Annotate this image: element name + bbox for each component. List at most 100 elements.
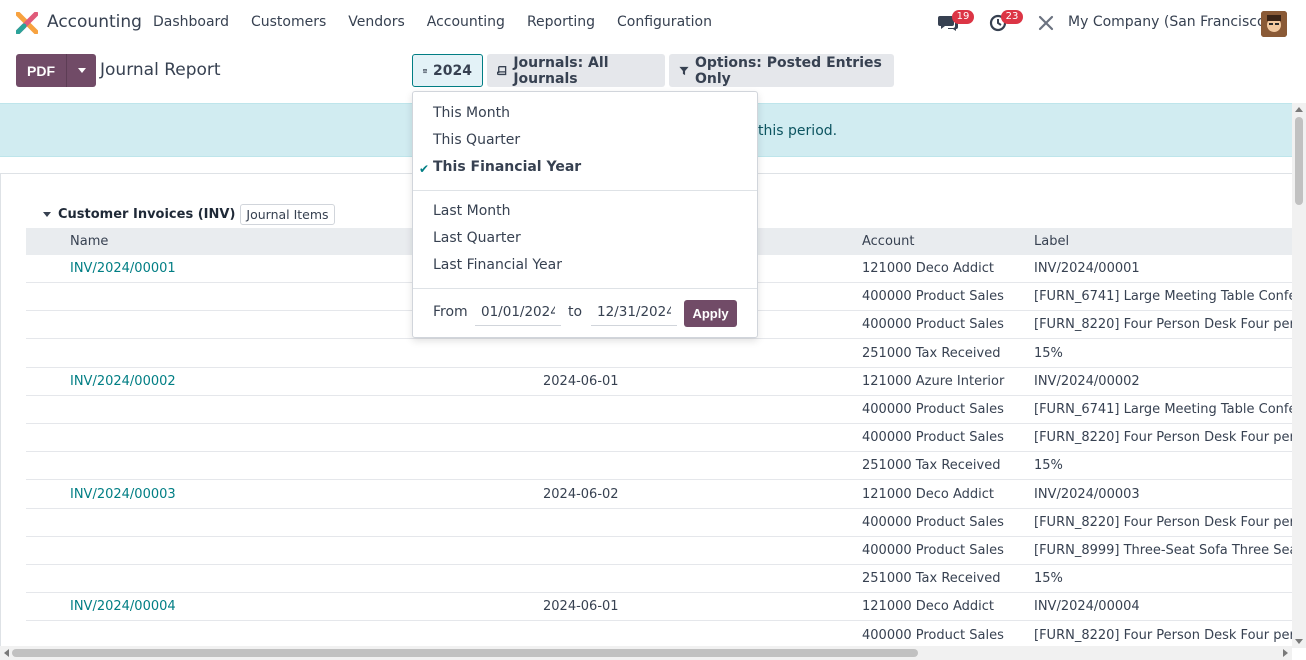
checkmark-icon: ✔ (419, 162, 430, 176)
entry-label: [FURN_8220] Four Person Desk Four person (1034, 430, 1292, 446)
from-label: From (433, 304, 468, 320)
entry-name-link[interactable]: INV/2024/00004 (70, 599, 176, 614)
entry-name-link[interactable]: INV/2024/00002 (70, 374, 176, 389)
entry-account: 251000 Tax Received (862, 345, 1001, 361)
caret-down-icon (77, 68, 86, 73)
export-options-toggle[interactable] (66, 54, 96, 87)
pdf-button[interactable]: PDF (16, 54, 66, 87)
options-filter-button[interactable]: Options: Posted Entries Only (669, 54, 894, 87)
activity-count-badge: 23 (1001, 10, 1023, 24)
entry-label: [FURN_8220] Four Person Desk Four person (1034, 627, 1292, 643)
entry-account: 121000 Azure Interior (862, 373, 1005, 389)
accounting-logo-icon[interactable] (16, 12, 38, 34)
vertical-scroll-thumb[interactable] (1295, 117, 1303, 205)
menu-item-dashboard[interactable]: Dashboard (153, 14, 229, 30)
entry-account: 251000 Tax Received (862, 458, 1001, 474)
entry-account: 400000 Product Sales (862, 514, 1004, 530)
table-row[interactable]: INV/2024/00004 2024-06-01 121000 Deco Addi… (26, 593, 1292, 622)
date-from-input[interactable] (475, 298, 561, 326)
menu-item-configuration[interactable]: Configuration (617, 14, 712, 30)
chat-count-badge: 19 (952, 10, 974, 24)
entry-label: [FURN_8220] Four Person Desk Four person (1034, 317, 1292, 333)
column-header-account: Account (862, 234, 915, 249)
main-menu: Dashboard Customers Vendors Accounting R… (153, 14, 734, 30)
apply-button[interactable]: Apply (684, 300, 737, 327)
table-row[interactable]: 251000 Tax Received 15% (26, 452, 1292, 481)
table-row[interactable]: 400000 Product Sales [FURN_8220] Four Per… (26, 424, 1292, 453)
entry-account: 400000 Product Sales (862, 289, 1004, 305)
option-this-financial-year[interactable]: This Financial Year (433, 159, 581, 175)
date-filter-button[interactable]: 2024 (412, 54, 483, 87)
entry-label: INV/2024/00001 (1034, 261, 1140, 276)
journals-filter-label: Journals: All Journals (513, 54, 609, 87)
entry-label: INV/2024/00003 (1034, 486, 1140, 502)
date-to-input[interactable] (591, 298, 677, 326)
entry-account: 121000 Deco Addict (862, 599, 995, 615)
entry-account: 121000 Deco Addict (862, 261, 995, 276)
top-navbar: Accounting Dashboard Customers Vendors A… (0, 0, 1306, 46)
menu-item-vendors[interactable]: Vendors (348, 14, 404, 30)
collapse-triangle-icon[interactable] (43, 212, 51, 217)
journals-filter-button[interactable]: Journals: All Journals (487, 54, 665, 87)
menu-item-reporting[interactable]: Reporting (527, 14, 595, 30)
option-this-quarter[interactable]: This Quarter (433, 132, 520, 148)
calendar-icon (423, 68, 428, 73)
entry-label: [FURN_6741] Large Meeting Table Conferen… (1034, 289, 1292, 305)
entry-date: 2024-06-02 (543, 486, 619, 502)
column-header-name: Name (70, 234, 109, 249)
entry-name-link[interactable]: INV/2024/00001 (70, 261, 176, 276)
filter-icon (679, 66, 689, 75)
entry-account: 121000 Deco Addict (862, 486, 995, 502)
vertical-scrollbar[interactable] (1292, 103, 1306, 648)
entry-label: 15% (1034, 571, 1063, 587)
option-last-month[interactable]: Last Month (433, 203, 511, 219)
option-last-financial-year[interactable]: Last Financial Year (433, 257, 562, 273)
entry-label: 15% (1034, 345, 1063, 361)
horizontal-scroll-thumb[interactable] (12, 649, 918, 657)
tools-icon[interactable] (1038, 15, 1054, 31)
menu-item-accounting[interactable]: Accounting (427, 14, 505, 30)
journal-items-button[interactable]: Journal Items (240, 204, 335, 225)
entry-account: 400000 Product Sales (862, 430, 1004, 446)
date-filter-dropdown: This Month This Quarter ✔ This Financial… (412, 91, 758, 338)
table-row[interactable]: 400000 Product Sales [FURN_8220] Four Per… (26, 509, 1292, 537)
date-filter-label: 2024 (433, 62, 472, 79)
entry-name-link[interactable]: INV/2024/00003 (70, 487, 176, 502)
entry-label: [FURN_6741] Large Meeting Table Conferen… (1034, 402, 1292, 417)
table-row[interactable]: 400000 Product Sales [FURN_8220] Four Per… (26, 622, 1292, 648)
menu-item-customers[interactable]: Customers (251, 14, 326, 30)
app-name[interactable]: Accounting (47, 12, 142, 32)
table-row[interactable]: INV/2024/00002 2024-06-01 121000 Azure Int… (26, 368, 1292, 396)
entry-date: 2024-06-01 (543, 373, 619, 389)
entry-account: 251000 Tax Received (862, 571, 1001, 587)
table-row[interactable]: 251000 Tax Received 15% (26, 565, 1292, 594)
entry-account: 400000 Product Sales (862, 543, 1004, 558)
entry-label: [FURN_8220] Four Person Desk Four person (1034, 514, 1292, 530)
journal-section-title: Customer Invoices (INV) (58, 207, 236, 222)
scroll-down-arrow-icon[interactable] (1295, 639, 1303, 644)
entry-label: 15% (1034, 458, 1063, 474)
page-title: Journal Report (100, 60, 221, 80)
entry-label: INV/2024/00004 (1034, 599, 1140, 615)
entry-account: 400000 Product Sales (862, 402, 1004, 417)
scroll-left-arrow-icon[interactable] (4, 649, 9, 657)
table-row[interactable]: 400000 Product Sales [FURN_8999] Three-Se… (26, 537, 1292, 565)
scroll-right-arrow-icon[interactable] (1283, 649, 1288, 657)
table-row[interactable]: 400000 Product Sales [FURN_6741] Large Me… (26, 396, 1292, 424)
option-last-quarter[interactable]: Last Quarter (433, 230, 521, 246)
journal-section-header[interactable]: Customer Invoices (INV) Journal Items (43, 204, 335, 225)
book-icon (497, 65, 507, 75)
horizontal-scrollbar[interactable] (0, 646, 1292, 660)
user-avatar[interactable] (1261, 11, 1287, 37)
company-switcher[interactable]: My Company (San Francisco) (1068, 14, 1271, 30)
avatar-image-icon (1261, 11, 1287, 37)
entry-account: 400000 Product Sales (862, 627, 1004, 643)
scroll-up-arrow-icon[interactable] (1295, 107, 1303, 112)
entry-label: [FURN_8999] Three-Seat Sofa Three Seater… (1034, 543, 1292, 558)
to-label: to (568, 304, 583, 320)
table-row[interactable]: INV/2024/00003 2024-06-02 121000 Deco Addi… (26, 481, 1292, 509)
table-row[interactable]: 251000 Tax Received 15% (26, 340, 1292, 368)
column-header-label: Label (1034, 234, 1070, 249)
print-button-group: PDF (16, 54, 96, 87)
option-this-month[interactable]: This Month (433, 105, 510, 121)
